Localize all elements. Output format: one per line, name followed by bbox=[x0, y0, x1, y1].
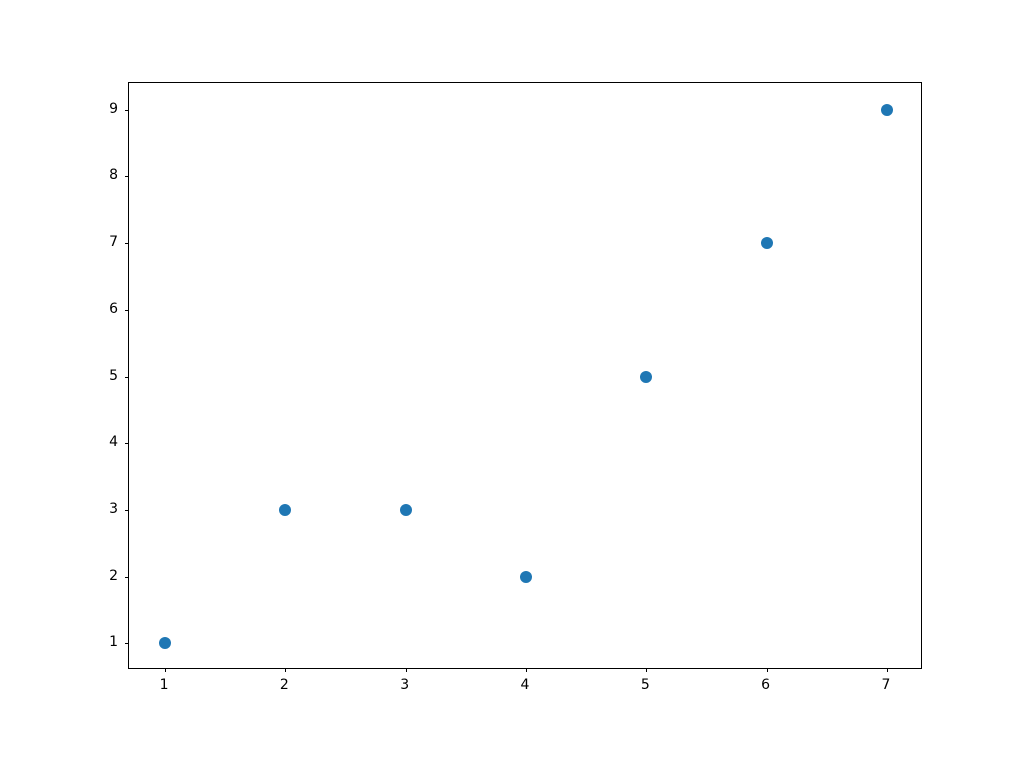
x-tick bbox=[526, 668, 527, 672]
x-tick bbox=[165, 668, 166, 672]
plot-area bbox=[128, 82, 922, 669]
y-tick-label: 7 bbox=[109, 234, 118, 250]
y-tick-label: 8 bbox=[109, 167, 118, 183]
y-tick bbox=[125, 377, 129, 378]
y-tick bbox=[125, 310, 129, 311]
x-tick-label: 6 bbox=[761, 677, 770, 693]
x-tick-label: 1 bbox=[160, 677, 169, 693]
y-tick bbox=[125, 510, 129, 511]
data-point bbox=[279, 504, 291, 516]
y-tick bbox=[125, 110, 129, 111]
x-tick-label: 2 bbox=[280, 677, 289, 693]
y-tick-label: 6 bbox=[109, 301, 118, 317]
x-tick bbox=[285, 668, 286, 672]
y-tick-label: 4 bbox=[109, 434, 118, 450]
y-tick-label: 1 bbox=[109, 634, 118, 650]
data-point bbox=[761, 237, 773, 249]
x-tick-label: 4 bbox=[521, 677, 530, 693]
x-tick-label: 3 bbox=[400, 677, 409, 693]
data-point bbox=[520, 571, 532, 583]
x-tick bbox=[406, 668, 407, 672]
x-tick bbox=[767, 668, 768, 672]
x-tick-label: 5 bbox=[641, 677, 650, 693]
data-point bbox=[881, 104, 893, 116]
y-tick bbox=[125, 176, 129, 177]
y-tick-label: 5 bbox=[109, 368, 118, 384]
x-tick bbox=[646, 668, 647, 672]
data-point bbox=[640, 371, 652, 383]
x-tick-label: 7 bbox=[881, 677, 890, 693]
scatter-chart: 1234567123456789 bbox=[128, 82, 922, 669]
y-tick bbox=[125, 577, 129, 578]
y-tick-label: 2 bbox=[109, 568, 118, 584]
y-tick bbox=[125, 643, 129, 644]
y-tick bbox=[125, 243, 129, 244]
data-point bbox=[400, 504, 412, 516]
data-point bbox=[159, 637, 171, 649]
y-tick bbox=[125, 443, 129, 444]
y-tick-label: 3 bbox=[109, 501, 118, 517]
y-tick-label: 9 bbox=[109, 101, 118, 117]
x-tick bbox=[887, 668, 888, 672]
